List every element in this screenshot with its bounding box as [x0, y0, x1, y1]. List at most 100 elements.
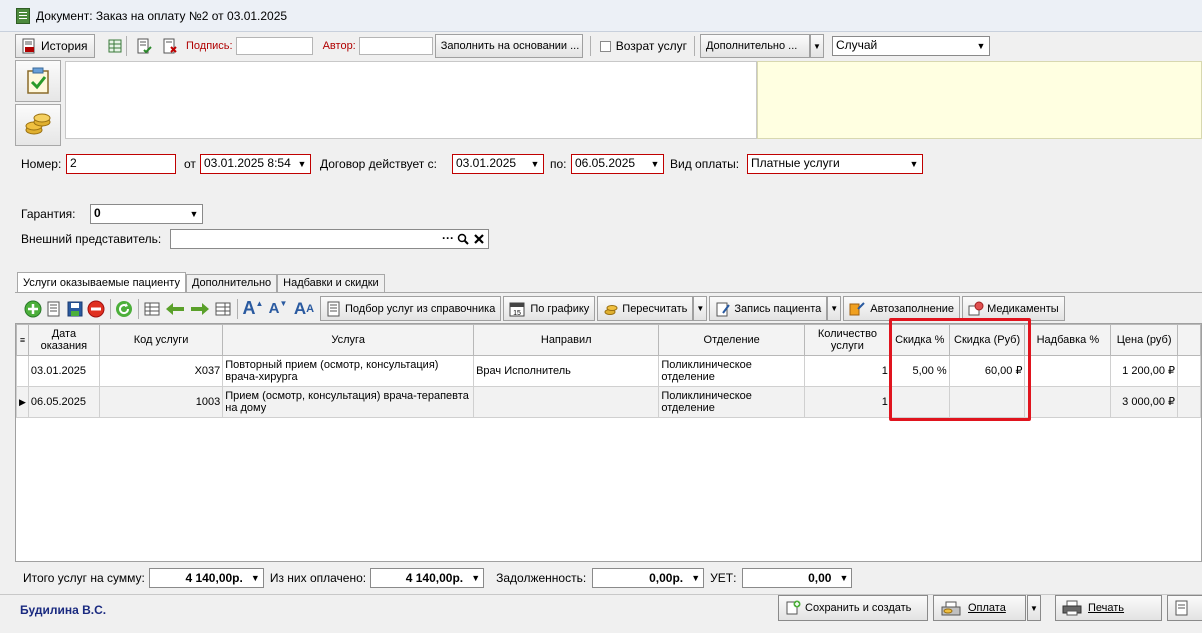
cell-extra: [1177, 355, 1201, 387]
payment-button[interactable]: Оплата: [933, 595, 1026, 621]
totals-bar: Итого услуг на сумму: 4 140,00р. ▼ Из них…: [15, 565, 1202, 591]
save-and-create-button[interactable]: Сохранить и создать: [778, 595, 928, 621]
notes-area[interactable]: [65, 61, 757, 139]
patient-record-label: Запись пациента: [734, 302, 822, 315]
document-delete-icon[interactable]: [162, 38, 178, 54]
delete-row-button[interactable]: [86, 298, 106, 320]
history-button[interactable]: История: [15, 34, 95, 58]
chevron-down-icon[interactable]: ▼: [527, 155, 543, 173]
chevron-down-icon[interactable]: ▼: [294, 155, 310, 173]
font-reset-button[interactable]: AA: [291, 298, 317, 320]
case-select[interactable]: Случай ▼: [831, 36, 990, 56]
chevron-down-icon[interactable]: ▼: [840, 573, 849, 583]
coins-icon: [25, 113, 51, 135]
chevron-down-icon[interactable]: ▼: [186, 205, 202, 223]
cell-markup[interactable]: [1024, 355, 1112, 387]
save-row-button[interactable]: [65, 298, 85, 320]
chevron-down-icon[interactable]: ▼: [691, 573, 700, 583]
chevron-down-icon[interactable]: ▼: [906, 155, 922, 173]
column-header-date[interactable]: Дата оказания: [27, 324, 100, 356]
cell-price[interactable]: 3 000,00 ₽: [1110, 386, 1179, 418]
columns-right-button[interactable]: [213, 298, 233, 320]
contract-to-field[interactable]: 06.05.2025 ▼: [571, 154, 664, 174]
author-field[interactable]: [358, 37, 433, 55]
number-field[interactable]: 2: [66, 154, 176, 174]
font-decrease-button[interactable]: A ▼: [266, 298, 290, 320]
cell-markup[interactable]: [1024, 386, 1112, 418]
additional-button[interactable]: Дополнительно ...: [699, 34, 810, 58]
chevron-down-icon[interactable]: ▼: [972, 37, 989, 55]
payment-type-select[interactable]: Платные услуги ▼: [747, 154, 923, 174]
move-left-button[interactable]: [163, 298, 187, 320]
additional-dropdown-arrow[interactable]: ▼: [809, 34, 824, 58]
recalculate-dropdown-arrow[interactable]: ▼: [693, 296, 708, 321]
font-increase-button[interactable]: A ▲: [241, 298, 265, 320]
checklist-button[interactable]: [15, 60, 61, 102]
cell-extra: [1177, 386, 1201, 418]
row-indicator[interactable]: [16, 355, 29, 387]
patient-record-dropdown-arrow[interactable]: ▼: [827, 296, 842, 321]
cell-department[interactable]: Поликлиническое отделение: [658, 386, 805, 418]
document-check-icon[interactable]: [136, 38, 152, 54]
refresh-button[interactable]: [114, 298, 134, 320]
main-toolbar: История Подпись: Автор: Заполнить на осн…: [15, 33, 1202, 59]
column-header-markup[interactable]: Надбавка %: [1024, 324, 1112, 356]
clear-icon[interactable]: [473, 233, 485, 245]
autofill-label: Автозаполнение: [870, 302, 955, 315]
patient-record-button[interactable]: Запись пациента: [709, 296, 828, 321]
uet-field[interactable]: 0,00 ▼: [742, 568, 853, 588]
row-indicator[interactable]: ▶: [16, 386, 29, 418]
search-icon[interactable]: [457, 233, 469, 245]
tab-markups-discounts[interactable]: Надбавки и скидки: [277, 274, 385, 292]
cell-code[interactable]: X037: [98, 355, 224, 387]
cell-referrer[interactable]: [473, 386, 660, 418]
row-indicator-header[interactable]: ≡: [16, 324, 29, 356]
edit-row-button[interactable]: [44, 298, 64, 320]
recalculate-button[interactable]: Пересчитать: [597, 296, 694, 321]
column-header-code[interactable]: Код услуги: [98, 324, 224, 356]
cell-service[interactable]: Прием (осмотр, консультация) врача-терап…: [222, 386, 475, 418]
tab-services[interactable]: Услуги оказываемые пациенту: [17, 272, 186, 292]
total-field[interactable]: 4 140,00р. ▼: [148, 568, 264, 588]
columns-button[interactable]: [142, 298, 162, 320]
payment-coins-button[interactable]: [15, 104, 61, 146]
column-header-quantity[interactable]: Количество услуги: [803, 324, 891, 356]
signature-field[interactable]: [235, 37, 313, 55]
fill-based-on-button[interactable]: Заполнить на основании ...: [434, 34, 583, 58]
cell-department[interactable]: Поликлиническое отделение: [658, 355, 805, 387]
print-button[interactable]: Печать: [1055, 595, 1162, 621]
cell-quantity[interactable]: 1: [803, 386, 891, 418]
cell-code[interactable]: 1003: [98, 386, 224, 418]
more-actions-button[interactable]: [1167, 595, 1202, 621]
cell-referrer[interactable]: Врач Исполнитель: [473, 355, 660, 387]
cell-quantity[interactable]: 1: [803, 355, 891, 387]
payment-dropdown-arrow[interactable]: ▼: [1027, 595, 1041, 621]
debt-field[interactable]: 0,00р. ▼: [592, 568, 705, 588]
tab-additional[interactable]: Дополнительно: [185, 274, 278, 292]
external-rep-field[interactable]: ···: [170, 229, 489, 249]
move-right-button[interactable]: [188, 298, 212, 320]
cell-service[interactable]: Повторный прием (осмотр, консультация) в…: [222, 355, 475, 387]
table-grid-icon[interactable]: [107, 38, 123, 54]
column-header-price[interactable]: Цена (руб): [1110, 324, 1179, 356]
chevron-down-icon[interactable]: ▼: [471, 573, 480, 583]
chevron-down-icon[interactable]: ▼: [647, 155, 663, 173]
column-header-service[interactable]: Услуга: [222, 324, 475, 356]
contract-from-field[interactable]: 03.01.2025 ▼: [452, 154, 544, 174]
from-date-field[interactable]: 03.01.2025 8:54 ▼: [200, 154, 311, 174]
select-services-button[interactable]: Подбор услуг из справочника: [320, 296, 502, 321]
paid-field[interactable]: 4 140,00р. ▼: [370, 568, 485, 588]
cell-date[interactable]: 06.05.2025: [27, 386, 100, 418]
total-label: Итого услуг на сумму:: [23, 571, 145, 585]
cell-date[interactable]: 03.01.2025: [27, 355, 100, 387]
cell-price[interactable]: 1 200,00 ₽: [1110, 355, 1179, 387]
add-button[interactable]: [23, 298, 43, 320]
by-schedule-button[interactable]: 15 По графику: [503, 296, 596, 321]
column-header-referrer[interactable]: Направил: [473, 324, 660, 356]
contract-to-label: по:: [550, 157, 567, 171]
column-header-department[interactable]: Отделение: [658, 324, 805, 356]
return-services-checkbox[interactable]: [599, 40, 611, 52]
chevron-down-icon[interactable]: ▼: [251, 573, 260, 583]
guarantee-select[interactable]: 0 ▼: [90, 204, 203, 224]
ellipsis-icon[interactable]: ···: [442, 231, 454, 245]
